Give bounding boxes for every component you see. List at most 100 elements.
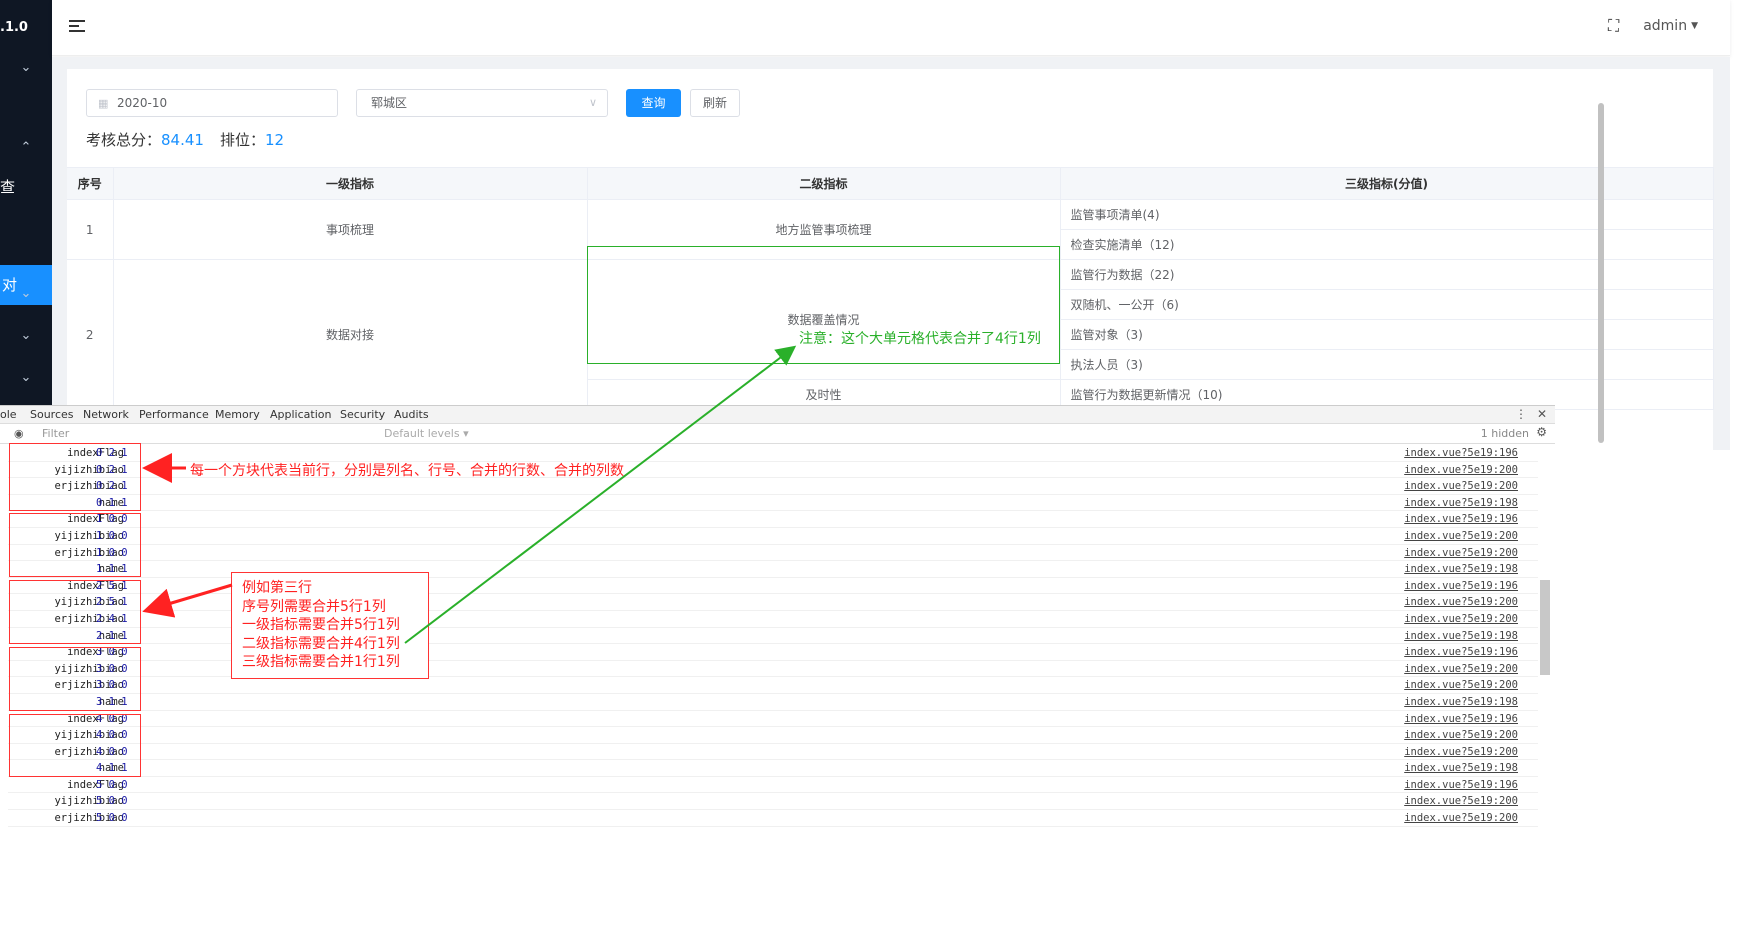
tab-memory[interactable]: Memory xyxy=(215,408,260,421)
header-level3: 三级指标(分值) xyxy=(1060,167,1714,200)
chevron-down-icon[interactable]: ⌄ xyxy=(18,286,34,302)
source-link[interactable]: index.vue?5e19:200 xyxy=(1404,596,1518,608)
example-callout: 例如第三行 序号列需要合并5行1列 一级指标需要合并5行1列 二级指标需要合并4… xyxy=(231,572,429,679)
cell-level3: 执法人员（3) xyxy=(1060,349,1714,380)
tab-performance[interactable]: Performance xyxy=(139,408,209,421)
console-row: erjizhibiao 4 0 0 index.vue?5e19:200 xyxy=(8,744,1538,761)
source-link[interactable]: index.vue?5e19:196 xyxy=(1404,646,1518,658)
hidden-count: 1 hidden xyxy=(1480,427,1529,440)
console-scrollbar[interactable] xyxy=(1540,580,1550,675)
cell-level3: 检查实施清单（12) xyxy=(1060,229,1714,260)
month-picker[interactable]: ▦ 2020-10 xyxy=(86,89,338,117)
cell-no: 2 xyxy=(67,259,114,410)
source-link[interactable]: index.vue?5e19:200 xyxy=(1404,812,1518,824)
source-link[interactable]: index.vue?5e19:200 xyxy=(1404,729,1518,741)
fullscreen-icon[interactable]: ⛶ xyxy=(1608,17,1626,35)
log-values: 5 0 0 xyxy=(96,778,128,791)
refresh-button[interactable]: 刷新 xyxy=(690,89,740,117)
month-value: 2020-10 xyxy=(117,96,168,110)
row-group-box xyxy=(9,714,141,777)
chevron-down-icon[interactable]: ⌄ xyxy=(18,370,34,386)
rank-value: 12 xyxy=(264,131,285,149)
console-row: indexFlag 4 0 0 index.vue?5e19:196 xyxy=(8,711,1538,728)
source-link[interactable]: index.vue?5e19:200 xyxy=(1404,530,1518,542)
app-version: .1.0 xyxy=(0,20,28,35)
filter-input[interactable]: Filter xyxy=(42,427,69,440)
chevron-up-icon[interactable]: ⌃ xyxy=(18,140,34,156)
source-link[interactable]: index.vue?5e19:200 xyxy=(1404,663,1518,675)
chevron-down-icon[interactable]: ⌄ xyxy=(18,328,34,344)
console-row: erjizhibiao 5 0 0 index.vue?5e19:200 xyxy=(8,810,1538,827)
source-link[interactable]: index.vue?5e19:198 xyxy=(1404,497,1518,509)
merged-cell-note: 注意：这个大单元格代表合并了4行1列 xyxy=(799,331,1041,347)
source-link[interactable]: index.vue?5e19:200 xyxy=(1404,547,1518,559)
header-level2: 二级指标 xyxy=(587,167,1061,200)
tab-network[interactable]: Network xyxy=(83,408,129,421)
console-row: name 3 1 1 index.vue?5e19:198 xyxy=(8,694,1538,711)
sidebar: .1.0 ⌄ ⌃ 查 对 ⌄ ⌄ ⌄ xyxy=(0,0,52,450)
source-link[interactable]: index.vue?5e19:200 xyxy=(1404,795,1518,807)
chevron-down-icon: ∨ xyxy=(588,96,597,109)
callout-line: 一级指标需要合并5行1列 xyxy=(242,617,400,633)
tab-audits[interactable]: Audits xyxy=(394,408,429,421)
source-link[interactable]: index.vue?5e19:200 xyxy=(1404,679,1518,691)
total-score-label: 考核总分： xyxy=(86,131,162,149)
header-no: 序号 xyxy=(67,167,114,200)
console-row: indexFlag 5 0 0 index.vue?5e19:196 xyxy=(8,777,1538,794)
log-values: 5 0 0 xyxy=(96,812,128,825)
cell-level1: 事项梳理 xyxy=(113,199,588,260)
score-summary: 考核总分：84.41 排位：12 xyxy=(86,129,284,150)
gear-icon[interactable]: ⚙ xyxy=(1536,425,1547,439)
console-row: indexFlag 1 0 0 index.vue?5e19:196 xyxy=(8,511,1538,528)
cell-level3: 双随机、一公开（6) xyxy=(1060,289,1714,320)
callout-line: 序号列需要合并5行1列 xyxy=(242,598,386,615)
caret-down-icon: ▼ xyxy=(1691,21,1698,31)
source-link[interactable]: index.vue?5e19:196 xyxy=(1404,580,1518,592)
tab-sources[interactable]: Sources xyxy=(30,408,74,421)
cell-level3: 监管行为数据（22) xyxy=(1060,259,1714,290)
cell-no: 1 xyxy=(67,199,114,260)
tab-console[interactable]: ole xyxy=(0,408,17,421)
callout-line: 三级指标需要合并1行1列 xyxy=(242,654,400,670)
source-link[interactable]: index.vue?5e19:198 xyxy=(1404,630,1518,642)
sidebar-item-cha[interactable]: 查 xyxy=(0,176,15,197)
top-navbar: ⛶ admin ▼ xyxy=(52,0,1730,56)
district-value: 郓城区 xyxy=(371,96,408,110)
row-group-note: 每一个方块代表当前行，分别是列名、行号、合并的行数、合并的列数 xyxy=(190,463,624,479)
console-row: erjizhibiao 0 2 1 index.vue?5e19:200 xyxy=(8,478,1538,495)
source-link[interactable]: index.vue?5e19:196 xyxy=(1404,513,1518,525)
query-button[interactable]: 查询 xyxy=(626,89,681,117)
user-name: admin xyxy=(1643,18,1688,34)
header-level1: 一级指标 xyxy=(113,167,588,200)
tab-security[interactable]: Security xyxy=(340,408,385,421)
cell-level3: 监管对象（3) xyxy=(1060,319,1714,350)
table-row: 1 事项梳理 地方监管事项梳理 监管事项清单(4) xyxy=(67,199,1714,260)
eye-icon[interactable]: ◉ xyxy=(14,427,24,440)
user-menu[interactable]: admin ▼ xyxy=(1643,18,1698,34)
tab-application[interactable]: Application xyxy=(270,408,331,421)
source-link[interactable]: index.vue?5e19:196 xyxy=(1404,447,1518,459)
chevron-down-icon[interactable]: ⌄ xyxy=(18,60,34,76)
console-row: yijizhibiao 1 0 0 index.vue?5e19:200 xyxy=(8,528,1538,545)
rank-label: 排位： xyxy=(219,131,265,149)
page-scrollbar[interactable] xyxy=(1598,103,1604,443)
console-row: name 0 1 1 index.vue?5e19:198 xyxy=(8,495,1538,512)
source-link[interactable]: index.vue?5e19:196 xyxy=(1404,779,1518,791)
source-link[interactable]: index.vue?5e19:198 xyxy=(1404,696,1518,708)
cell-level1: 数据对接 xyxy=(113,259,588,410)
log-values: 5 0 0 xyxy=(96,795,128,808)
source-link[interactable]: index.vue?5e19:198 xyxy=(1404,563,1518,575)
console-row: name 4 1 1 index.vue?5e19:198 xyxy=(8,760,1538,777)
log-levels-dropdown[interactable]: Default levels ▾ xyxy=(384,427,469,440)
district-select[interactable]: 郓城区 ∨ xyxy=(356,89,608,117)
more-menu-icon[interactable]: ⋮ xyxy=(1515,407,1527,421)
source-link[interactable]: index.vue?5e19:196 xyxy=(1404,713,1518,725)
source-link[interactable]: index.vue?5e19:198 xyxy=(1404,762,1518,774)
source-link[interactable]: index.vue?5e19:200 xyxy=(1404,613,1518,625)
source-link[interactable]: index.vue?5e19:200 xyxy=(1404,464,1518,476)
source-link[interactable]: index.vue?5e19:200 xyxy=(1404,746,1518,758)
close-icon[interactable]: ✕ xyxy=(1537,407,1547,421)
menu-toggle-icon[interactable] xyxy=(69,20,85,36)
source-link[interactable]: index.vue?5e19:200 xyxy=(1404,480,1518,492)
callout-line: 例如第三行 xyxy=(242,580,312,596)
